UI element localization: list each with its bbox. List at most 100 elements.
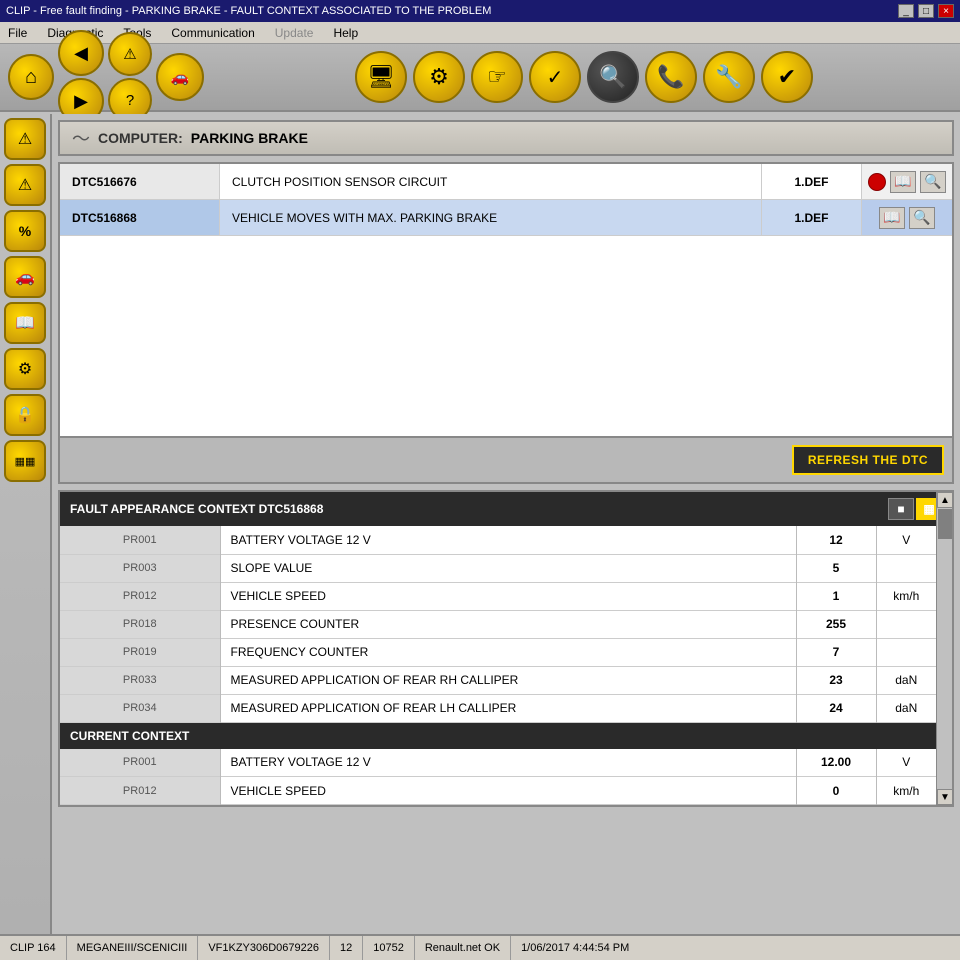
gear2-icon: ⚙ <box>18 359 32 379</box>
book-btn-2[interactable]: 📖 <box>879 207 905 229</box>
ctx-row-pr034: PR034 MEASURED APPLICATION OF REAR LH CA… <box>60 694 936 722</box>
ctx-code-pr003: PR003 <box>60 554 220 582</box>
fault-context-section: FAULT APPEARANCE CONTEXT DTC516868 ■ ▦ P… <box>58 490 954 807</box>
status-val1: 12 <box>330 936 363 960</box>
ctx-row-pr001: PR001 BATTERY VOLTAGE 12 V 12 V <box>60 526 936 554</box>
confirm-icon: ✔ <box>778 64 796 90</box>
curr-ctx-unit-pr012: km/h <box>876 777 936 805</box>
dtc-desc-2: VEHICLE MOVES WITH MAX. PARKING BRAKE <box>220 200 762 235</box>
phone-button[interactable]: 📞 <box>645 51 697 103</box>
ctx-code-pr033: PR033 <box>60 666 220 694</box>
dtc-bottom: REFRESH THE DTC <box>58 438 954 484</box>
fault-context-title: FAULT APPEARANCE CONTEXT DTC516868 <box>70 502 323 516</box>
forward-icon: ▶ <box>74 91 88 112</box>
sidebar-gear[interactable]: ⚙ <box>4 348 46 390</box>
status-bar: CLIP 164 MEGANEIII/SCENICIII VF1KZY306D0… <box>0 934 960 960</box>
dtc-status-1: 1.DEF <box>762 164 862 199</box>
car-button[interactable]: 🚗 <box>156 53 204 101</box>
view-list-btn[interactable]: ■ <box>888 498 914 520</box>
sidebar-barcode[interactable]: ▦▦ <box>4 440 46 482</box>
ctx-unit-pr034: daN <box>876 694 936 722</box>
toolbar-right: 🖥 ⚙ ☞ ✓ 🔍 📞 🔧 ✔ <box>216 51 952 103</box>
sidebar: ⚠ ⚠ % 🚗 📖 ⚙ 🔒 ▦▦ <box>0 114 52 934</box>
ctx-desc-pr033: MEASURED APPLICATION OF REAR RH CALLIPER <box>220 666 796 694</box>
percent-icon: % <box>19 223 31 239</box>
current-context-table: PR001 BATTERY VOLTAGE 12 V 12.00 V PR012… <box>60 749 936 806</box>
main-content: 〜 COMPUTER: PARKING BRAKE DTC516676 CLUT… <box>52 114 960 934</box>
phone-icon: 📞 <box>657 64 684 90</box>
minimize-btn[interactable]: _ <box>898 4 914 18</box>
dtc-icons-1: 📖 🔍 <box>862 164 952 199</box>
scroll-thumb[interactable] <box>938 509 952 539</box>
touch-button[interactable]: ☞ <box>471 51 523 103</box>
curr-ctx-desc-pr012: VEHICLE SPEED <box>220 777 796 805</box>
refresh-dtc-button[interactable]: REFRESH THE DTC <box>792 445 944 475</box>
title-text: CLIP - Free fault finding - PARKING BRAK… <box>6 5 491 17</box>
checklist-icon: ✓ <box>547 65 564 90</box>
ctx-desc-pr034: MEASURED APPLICATION OF REAR LH CALLIPER <box>220 694 796 722</box>
dtc-empty-space <box>60 236 952 436</box>
sidebar-warning1[interactable]: ⚠ <box>4 118 46 160</box>
ctx-row-pr003: PR003 SLOPE VALUE 5 <box>60 554 936 582</box>
dtc-row-1[interactable]: DTC516676 CLUTCH POSITION SENSOR CIRCUIT… <box>60 164 952 200</box>
sidebar-warning2[interactable]: ⚠ <box>4 164 46 206</box>
curr-ctx-unit-pr001: V <box>876 749 936 777</box>
grid-view-icon: ▦ <box>923 502 934 516</box>
ctx-desc-pr001: BATTERY VOLTAGE 12 V <box>220 526 796 554</box>
toolbar-left: ⌂ ◀ ▶ ⚠ ? 🚗 <box>8 30 204 124</box>
menu-update[interactable]: Update <box>271 25 318 41</box>
checklist-button[interactable]: ✓ <box>529 51 581 103</box>
scroll-up-arrow[interactable]: ▲ <box>937 492 953 508</box>
computer-icon: 🖥 <box>367 64 395 90</box>
ctx-desc-pr012: VEHICLE SPEED <box>220 582 796 610</box>
confirm-button[interactable]: ✔ <box>761 51 813 103</box>
computer-header: 〜 COMPUTER: PARKING BRAKE <box>58 120 954 156</box>
menu-help[interactable]: Help <box>329 25 362 41</box>
warning1-icon: ⚠ <box>18 129 32 149</box>
ctx-value-pr003: 5 <box>796 554 876 582</box>
sidebar-lock[interactable]: 🔒 <box>4 394 46 436</box>
fault-scrollbar[interactable]: ▲ ▼ <box>936 492 952 805</box>
zoom-btn-1[interactable]: 🔍 <box>920 171 946 193</box>
dtc-icons-2: 📖 🔍 <box>862 200 952 235</box>
ctx-unit-pr033: daN <box>876 666 936 694</box>
ctx-value-pr018: 255 <box>796 610 876 638</box>
status-date: 1/06/2017 4:44:54 PM <box>511 936 639 960</box>
close-btn[interactable]: × <box>938 4 954 18</box>
warning-button[interactable]: ⚠ <box>108 32 152 76</box>
barcode-icon: ▦▦ <box>15 455 36 468</box>
curr-ctx-code-pr012: PR012 <box>60 777 220 805</box>
status-vehicle: MEGANEIII/SCENICIII <box>67 936 199 960</box>
ctx-row-pr019: PR019 FREQUENCY COUNTER 7 <box>60 638 936 666</box>
current-context-header: CURRENT CONTEXT <box>60 723 936 749</box>
search-button[interactable]: 🔍 <box>587 51 639 103</box>
ctx-unit-pr001: V <box>876 526 936 554</box>
computer-arrow-icon: 〜 <box>72 125 90 151</box>
sidebar-book[interactable]: 📖 <box>4 302 46 344</box>
zoom-btn-2[interactable]: 🔍 <box>909 207 935 229</box>
fault-context-header: FAULT APPEARANCE CONTEXT DTC516868 ■ ▦ <box>60 492 952 526</box>
wrench-button[interactable]: 🔧 <box>703 51 755 103</box>
curr-ctx-code-pr001: PR001 <box>60 749 220 777</box>
computer-button[interactable]: 🖥 <box>355 51 407 103</box>
gearbox-button[interactable]: ⚙ <box>413 51 465 103</box>
scroll-track <box>937 540 952 789</box>
ctx-code-pr019: PR019 <box>60 638 220 666</box>
car-icon: 🚗 <box>171 68 190 86</box>
maximize-btn[interactable]: □ <box>918 4 934 18</box>
sidebar-percent[interactable]: % <box>4 210 46 252</box>
sidebar-car[interactable]: 🚗 <box>4 256 46 298</box>
ctx-unit-pr018 <box>876 610 936 638</box>
scroll-down-arrow[interactable]: ▼ <box>937 789 953 805</box>
book-btn-1[interactable]: 📖 <box>890 171 916 193</box>
ctx-value-pr012: 1 <box>796 582 876 610</box>
dtc-status-2: 1.DEF <box>762 200 862 235</box>
title-bar-controls[interactable]: _ □ × <box>898 4 954 18</box>
curr-ctx-value-pr001: 12.00 <box>796 749 876 777</box>
book-icon: 📖 <box>15 313 35 333</box>
back-button[interactable]: ◀ <box>58 30 104 76</box>
wrench-icon: 🔧 <box>715 64 742 90</box>
dtc-row-2[interactable]: DTC516868 VEHICLE MOVES WITH MAX. PARKIN… <box>60 200 952 236</box>
home-button[interactable]: ⌂ <box>8 54 54 100</box>
gearbox-icon: ⚙ <box>429 64 449 90</box>
